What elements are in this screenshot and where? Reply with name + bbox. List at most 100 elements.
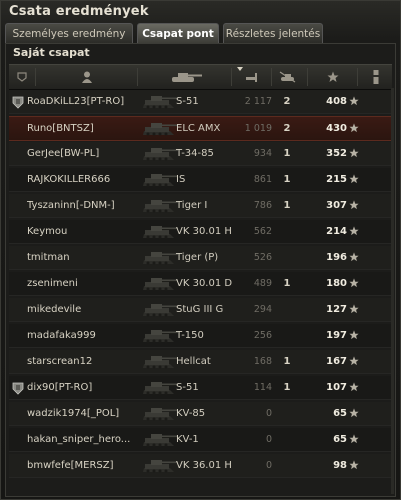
player-column-icon[interactable] <box>39 67 135 87</box>
xp-value: 65 <box>333 408 347 419</box>
tank-icon <box>140 222 180 241</box>
player-name[interactable]: Keymou <box>27 220 152 243</box>
player-name[interactable]: RoaDKiLL23[PT-RO] <box>27 90 152 113</box>
player-row[interactable]: Runo[BNTSZ] ELC AMX 1 019 2 430 <box>9 116 392 141</box>
tab-team-score[interactable]: Csapat pont <box>137 23 219 43</box>
kills-column-icon[interactable] <box>273 67 303 87</box>
player-row[interactable]: wadzik1974[_POL] KV-85 0 65 <box>9 402 392 426</box>
player-row[interactable]: dix90[PT-RO] S-51 114 1 107 <box>9 376 392 400</box>
xp-value: 180 <box>326 278 347 289</box>
kills-value: 2 <box>283 123 291 134</box>
xp-value: 197 <box>326 330 347 341</box>
section-title: Saját csapat <box>13 46 90 59</box>
player-name[interactable]: starscrean12 <box>27 350 152 373</box>
player-row[interactable]: bmwfefe[MERSZ] VK 36.01 H 0 98 <box>9 454 392 478</box>
header-divider <box>231 68 232 86</box>
star-icon <box>349 168 361 193</box>
xp-value: 98 <box>333 460 347 471</box>
tank-name: VK 30.01 D <box>176 278 233 289</box>
tank-name: Tiger (P) <box>176 252 219 263</box>
tab-personal-result[interactable]: Személyes eredmény <box>5 23 133 43</box>
player-row[interactable]: Tyszaninn[-DNM-] Tiger I 786 1 307 <box>9 194 392 218</box>
player-row[interactable]: mikedevile StuG III G 294 127 <box>9 298 392 322</box>
player-row[interactable]: Keymou VK 30.01 H 562 214 <box>9 220 392 244</box>
tank-column-icon[interactable] <box>141 67 229 87</box>
player-name[interactable]: mikedevile <box>27 298 152 321</box>
tank-icon <box>140 92 180 111</box>
star-icon <box>349 90 361 115</box>
kills-value: 1 <box>283 382 291 393</box>
star-icon <box>349 194 361 219</box>
player-row[interactable]: RAJKOKILLER666 IS 861 1 215 <box>9 168 392 192</box>
tank-name: T-150 <box>176 330 204 341</box>
player-name[interactable]: hakan_sniper_hero... <box>27 428 152 451</box>
xp-column-icon[interactable] <box>311 67 355 87</box>
player-name[interactable]: tmitman <box>27 246 152 269</box>
player-name[interactable]: wadzik1974[_POL] <box>27 402 152 425</box>
damage-value: 1 019 <box>244 123 272 134</box>
player-row[interactable]: starscrean12 Hellcat 168 1 167 <box>9 350 392 374</box>
tank-name: ELC AMX <box>176 123 221 134</box>
tank-icon <box>140 196 180 215</box>
star-icon <box>349 246 361 271</box>
xp-value: 196 <box>326 252 347 263</box>
tank-icon <box>140 430 180 449</box>
player-row[interactable]: GerJee[BW-PL] T-34-85 934 1 352 <box>9 142 392 166</box>
player-row[interactable]: zsenimeni VK 30.01 D 489 1 180 <box>9 272 392 296</box>
tank-icon <box>140 352 180 371</box>
star-icon <box>349 428 361 453</box>
xp-value: 65 <box>333 434 347 445</box>
player-name[interactable]: dix90[PT-RO] <box>27 376 152 399</box>
star-icon <box>349 402 361 427</box>
player-name[interactable]: bmwfefe[MERSZ] <box>27 454 152 477</box>
tank-icon <box>140 456 180 475</box>
damage-value: 114 <box>253 382 272 393</box>
player-row[interactable]: tmitman Tiger (P) 526 196 <box>9 246 392 270</box>
header-divider <box>137 68 138 86</box>
tank-icon <box>140 144 180 163</box>
player-row[interactable]: hakan_sniper_hero... KV-1 0 65 <box>9 428 392 452</box>
xp-value: 127 <box>326 304 347 315</box>
star-icon <box>349 298 361 323</box>
player-name[interactable]: GerJee[BW-PL] <box>27 142 152 165</box>
star-icon <box>349 272 361 297</box>
tank-name: VK 36.01 H <box>176 460 232 471</box>
damage-value: 0 <box>265 434 272 445</box>
player-row[interactable]: madafaka999 T-150 256 197 <box>9 324 392 348</box>
tank-name: StuG III G <box>176 304 224 315</box>
star-icon <box>349 220 361 245</box>
header-divider <box>35 68 36 86</box>
player-name[interactable]: madafaka999 <box>27 324 152 347</box>
tab-detailed-report[interactable]: Részletes jelentés <box>223 23 323 43</box>
tank-icon <box>140 404 180 423</box>
tank-icon <box>140 300 180 319</box>
tank-name: KV-85 <box>176 408 206 419</box>
xp-value: 167 <box>326 356 347 367</box>
badge-column-icon <box>11 67 33 87</box>
tank-icon <box>140 119 180 138</box>
scrollbar[interactable] <box>391 88 394 494</box>
battle-results-window: Csata eredmények Személyes eredmény Csap… <box>0 0 401 500</box>
star-icon <box>349 142 361 167</box>
damage-value: 562 <box>253 226 272 237</box>
tank-icon <box>140 248 180 267</box>
player-row[interactable]: RoaDKiLL23[PT-RO] S-51 2 117 2 408 <box>9 90 392 114</box>
player-name[interactable]: Tyszaninn[-DNM-] <box>27 194 152 217</box>
damage-value: 0 <box>265 460 272 471</box>
kills-value: 1 <box>283 356 291 367</box>
damage-value: 489 <box>253 278 272 289</box>
player-name[interactable]: zsenimeni <box>27 272 152 295</box>
xp-value: 430 <box>326 123 347 134</box>
xp-value: 408 <box>326 96 347 107</box>
tank-icon <box>140 326 180 345</box>
xp-value: 214 <box>326 226 347 237</box>
player-name[interactable]: RAJKOKILLER666 <box>27 168 152 191</box>
tank-icon <box>140 274 180 293</box>
medal-column-icon[interactable] <box>361 67 391 87</box>
tank-name: Tiger I <box>176 200 208 211</box>
xp-value: 307 <box>326 200 347 211</box>
tank-name: KV-1 <box>176 434 199 445</box>
player-name[interactable]: Runo[BNTSZ] <box>27 117 152 140</box>
clan-badge-icon <box>12 381 24 395</box>
damage-column-icon[interactable] <box>235 67 269 87</box>
